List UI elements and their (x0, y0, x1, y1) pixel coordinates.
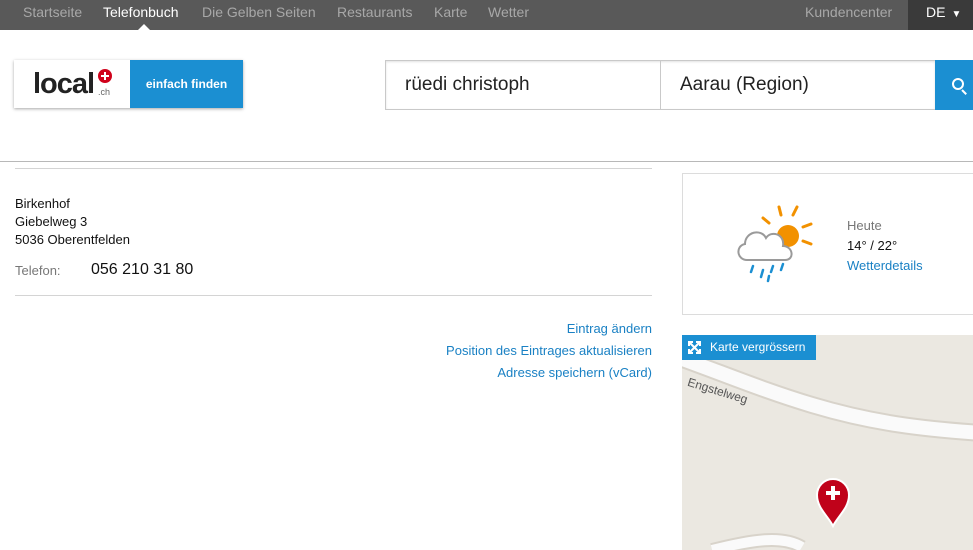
swiss-cross-pin-icon[interactable] (816, 478, 850, 528)
header-divider (0, 161, 973, 162)
phone-label: Telefon: (15, 263, 61, 278)
logo-word: local (33, 68, 95, 100)
weather-widget: Heute 14° / 22° Wetterdetails (682, 173, 973, 315)
enlarge-map-label: Karte vergrössern (710, 340, 806, 354)
entry-top-divider (15, 168, 652, 169)
logo-tagline: einfach finden (130, 60, 243, 108)
language-selector[interactable]: DE ▼ (908, 0, 973, 30)
search-where-input[interactable]: Aarau (Region) (661, 61, 936, 109)
address-line-2: Giebelweg 3 (15, 214, 88, 229)
site-logo[interactable]: local .ch einfach finden (14, 60, 243, 108)
search-what-input[interactable]: rüedi christoph (386, 61, 661, 109)
weather-temperature: 14° / 22° (847, 238, 898, 253)
nav-wetter[interactable]: Wetter (488, 0, 529, 30)
language-label: DE (926, 4, 946, 20)
phone-number[interactable]: 056 210 31 80 (91, 261, 193, 279)
weather-day-label: Heute (847, 218, 882, 233)
nav-karte[interactable]: Karte (434, 0, 467, 30)
entry-bottom-divider (15, 295, 652, 296)
address-line-3: 5036 Oberentfelden (15, 232, 130, 247)
nav-gelbe-seiten[interactable]: Die Gelben Seiten (202, 0, 316, 30)
map-view[interactable]: Karte vergrössern Engstelweg (682, 335, 973, 550)
save-vcard-link[interactable]: Adresse speichern (vCard) (497, 365, 652, 380)
swiss-cross-icon (98, 69, 112, 83)
nav-kundencenter[interactable]: Kundencenter (805, 0, 892, 30)
sun-cloud-rain-icon (737, 205, 813, 283)
search-form: rüedi christoph Aarau (Region) (385, 60, 935, 110)
top-navigation: Startseite Telefonbuch Die Gelben Seiten… (0, 0, 973, 30)
nav-startseite[interactable]: Startseite (23, 0, 82, 30)
chevron-down-icon: ▼ (951, 9, 962, 20)
nav-restaurants[interactable]: Restaurants (337, 0, 412, 30)
update-position-link[interactable]: Position des Eintrages aktualisieren (446, 343, 652, 358)
enlarge-map-button[interactable]: Karte vergrössern (682, 335, 816, 360)
logo-suffix: .ch (98, 87, 111, 97)
weather-details-link[interactable]: Wetterdetails (847, 258, 923, 273)
address-line-1: Birkenhof (15, 196, 70, 211)
search-icon-handle (961, 89, 967, 95)
search-button[interactable] (935, 60, 973, 110)
active-tab-indicator (138, 24, 150, 30)
edit-entry-link[interactable]: Eintrag ändern (567, 321, 652, 336)
expand-icon (688, 341, 701, 354)
logo-wordmark: local .ch (14, 60, 130, 108)
